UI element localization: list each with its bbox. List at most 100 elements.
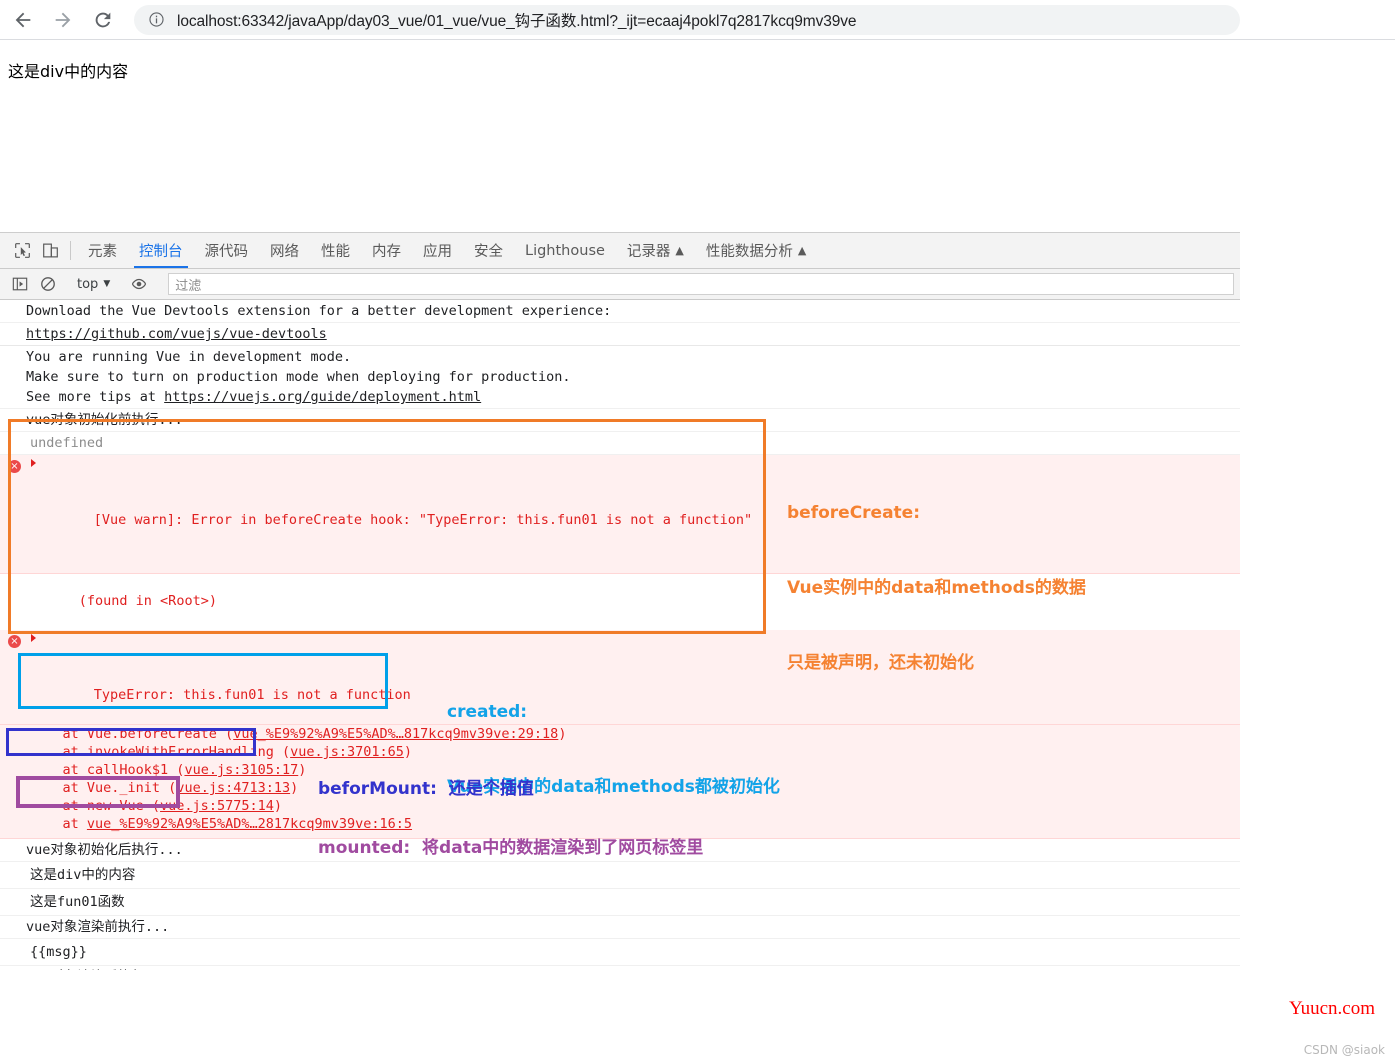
- reload-button[interactable]: [86, 3, 120, 37]
- console-line: https://github.com/vuejs/vue-devtools: [0, 323, 1240, 346]
- console-text: 这是div中的内容: [30, 867, 136, 883]
- clear-console-button[interactable]: [34, 276, 62, 292]
- tab-memory[interactable]: 内存: [361, 233, 412, 268]
- tab-console[interactable]: 控制台: [128, 233, 194, 268]
- tab-sources[interactable]: 源代码: [194, 233, 260, 268]
- address-bar[interactable]: localhost:63342/javaApp/day03_vue/01_vue…: [134, 4, 1240, 35]
- devtools-tabbar: 元素 控制台 源代码 网络 性能 内存 应用 安全 Lighthouse 记录器…: [0, 233, 1240, 269]
- device-toolbar-button[interactable]: [36, 233, 64, 268]
- tab-label: 内存: [372, 244, 401, 260]
- annotation-title: created:: [447, 702, 528, 722]
- inspect-element-icon: [14, 243, 30, 258]
- tab-label: 控制台: [139, 244, 183, 260]
- console-text: TypeError: this.fun01 is not a function: [93, 687, 411, 703]
- annotation-line1: Vue实例中的data和methods的数据: [787, 578, 1086, 598]
- tab-elements[interactable]: 元素: [77, 233, 128, 268]
- browser-toolbar: localhost:63342/javaApp/day03_vue/01_vue…: [0, 0, 1395, 39]
- tab-recorder[interactable]: 记录器 ▲: [616, 233, 695, 268]
- annotation-text: mounted: 将data中的数据渲染到了网页标签里: [318, 838, 704, 858]
- console-text: at callHook$1 (: [30, 762, 185, 778]
- console-text: vue对象渲染后执行...: [26, 969, 169, 970]
- page-div-content: 这是div中的内容: [8, 62, 129, 81]
- console-text: undefined: [30, 435, 104, 451]
- tab-performance[interactable]: 性能: [310, 233, 361, 268]
- tabbar-divider: [70, 241, 71, 260]
- tab-label: 元素: [88, 244, 117, 260]
- console-sidebar-icon: [12, 277, 28, 291]
- annotation-beforecreate: beforeCreate: Vue实例中的data和methods的数据 只是被…: [787, 451, 1086, 726]
- page-viewport: 这是div中的内容: [0, 40, 1395, 232]
- live-expression-button[interactable]: [125, 276, 153, 292]
- console-text: See more tips at: [26, 389, 165, 405]
- tab-label: 安全: [474, 244, 503, 260]
- console-text: {{msg}}: [30, 944, 87, 960]
- chevron-down-icon: ▼: [103, 279, 111, 289]
- execution-context-select[interactable]: top ▼: [73, 277, 114, 292]
- console-line: vue对象初始化前执行...: [0, 409, 1240, 432]
- console-line: vue对象渲染后执行...: [0, 966, 1240, 970]
- console-toolbar: top ▼ 过滤: [0, 269, 1240, 300]
- expand-triangle-icon[interactable]: [31, 459, 36, 467]
- console-line: See more tips at https://vuejs.org/guide…: [0, 388, 1240, 409]
- forward-button[interactable]: [46, 3, 80, 37]
- console-filter-input[interactable]: 过滤: [168, 273, 1234, 295]
- page-info-icon[interactable]: [148, 11, 165, 28]
- device-toolbar-icon: [42, 243, 58, 258]
- stack-source-link[interactable]: vue.js:4713:13: [176, 780, 290, 796]
- inspect-element-button[interactable]: [8, 233, 36, 268]
- tab-label: Lighthouse: [525, 242, 605, 259]
- console-text-suffix: ): [273, 798, 282, 814]
- stack-source-link[interactable]: vue.js:3105:17: [184, 762, 298, 778]
- tab-label: 性能: [321, 244, 350, 260]
- tab-label: 源代码: [204, 244, 249, 260]
- console-text: Download the Vue Devtools extension for …: [26, 303, 612, 319]
- console-line: {{msg}}: [0, 939, 1240, 966]
- vuejs-deployment-link[interactable]: https://vuejs.org/guide/deployment.html: [164, 389, 481, 405]
- forward-arrow-icon: [55, 12, 71, 27]
- console-message-list[interactable]: Download the Vue Devtools extension for …: [0, 300, 1240, 970]
- stack-source-link[interactable]: vue.js:5775:14: [160, 798, 274, 814]
- back-button[interactable]: [6, 3, 40, 37]
- reload-icon: [95, 12, 111, 27]
- tab-label: 记录器: [626, 244, 671, 260]
- tab-security[interactable]: 安全: [463, 233, 514, 268]
- console-text: at Vue._init (: [30, 780, 177, 796]
- watermark-yuucn: Yuucn.com: [1288, 998, 1375, 1019]
- tab-label: 应用: [423, 244, 452, 260]
- expand-triangle-icon[interactable]: [31, 634, 36, 642]
- console-line: You are running Vue in development mode.: [0, 346, 1240, 368]
- console-line: Download the Vue Devtools extension for …: [0, 300, 1240, 323]
- console-text-suffix: ): [298, 762, 307, 778]
- back-arrow-icon: [15, 12, 31, 27]
- console-sidebar-button[interactable]: [6, 276, 34, 292]
- experimental-warning-icon: ▲: [675, 244, 684, 257]
- url-text: localhost:63342/javaApp/day03_vue/01_vue…: [177, 12, 857, 30]
- tab-network[interactable]: 网络: [259, 233, 310, 268]
- console-text: 这是fun01函数: [30, 894, 125, 910]
- console-text: You are running Vue in development mode.: [26, 349, 352, 365]
- devtools-panel: 元素 控制台 源代码 网络 性能 内存 应用 安全 Lighthouse 记录器…: [0, 232, 1240, 970]
- clear-console-icon: [41, 277, 55, 291]
- console-line: Make sure to turn on production mode whe…: [0, 368, 1240, 388]
- console-text: at new Vue (: [30, 798, 161, 814]
- console-text: (found in <Root>): [78, 593, 217, 609]
- tab-label: 网络: [270, 244, 299, 260]
- watermark-csdn-author: CSDN @siaok: [1303, 1043, 1385, 1057]
- tab-label: 性能数据分析: [705, 244, 793, 260]
- console-text: Make sure to turn on production mode whe…: [26, 369, 571, 385]
- tab-application[interactable]: 应用: [412, 233, 463, 268]
- error-badge-icon: ×: [8, 635, 21, 648]
- console-text: vue对象初始化前执行...: [26, 412, 183, 428]
- console-text: vue对象初始化后执行...: [26, 842, 183, 858]
- vue-devtools-link[interactable]: https://github.com/vuejs/vue-devtools: [26, 326, 327, 342]
- annotation-title: beforeCreate:: [787, 503, 921, 523]
- tab-lighthouse[interactable]: Lighthouse: [514, 233, 616, 268]
- annotation-line2: 只是被声明，还未初始化: [787, 653, 974, 673]
- console-text: at Vue.beforeCreate (: [30, 726, 234, 742]
- experimental-warning-icon: ▲: [797, 244, 807, 257]
- console-text-suffix: ): [290, 780, 299, 796]
- live-expression-eye-icon: [132, 278, 147, 290]
- tab-performance-insights[interactable]: 性能数据分析 ▲: [695, 233, 817, 268]
- console-filter-placeholder: 过滤: [175, 278, 202, 294]
- console-text: at invokeWithErrorHandling (: [30, 744, 291, 760]
